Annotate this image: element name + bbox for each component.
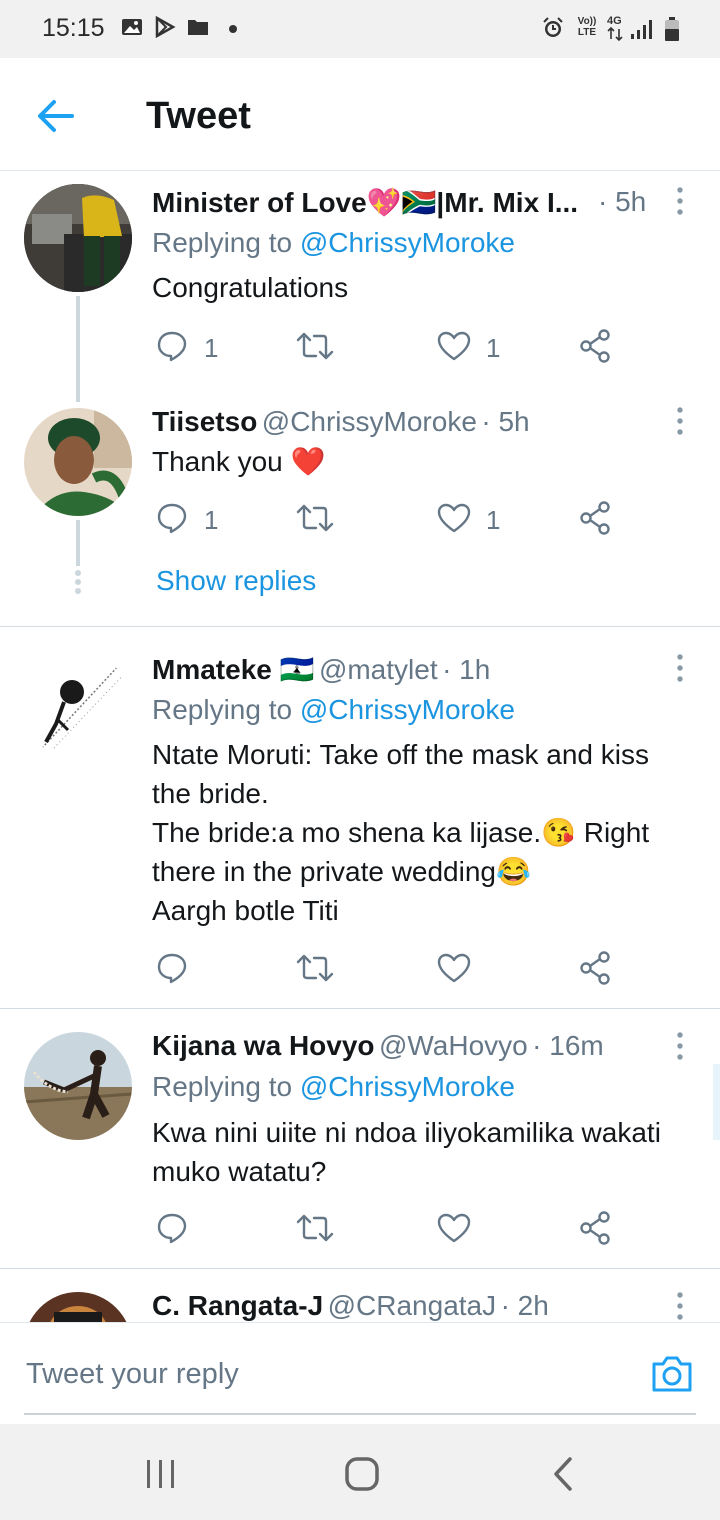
reply-icon[interactable] [156,952,188,984]
tweet-meta: Tiisetso @ChrissyMoroke · 5h [152,406,530,438]
retweet-icon[interactable] [296,953,334,983]
tweet-time: · 5h [481,406,530,437]
page-title: Tweet [146,95,251,137]
divider [0,1008,720,1009]
tweet-text-line: muko watatu? [152,1156,327,1187]
tweet-text: Kwa nini uiite ni ndoa iliyokamilika wak… [152,1113,707,1191]
author-name[interactable]: Kijana wa Hovyo [152,1030,375,1061]
recent-apps-icon[interactable] [144,1458,178,1490]
share-icon[interactable] [579,1211,611,1245]
reply-count: 1 [204,333,219,363]
battery-icon [665,17,679,41]
like-icon[interactable] [437,1213,471,1243]
more-options-icon[interactable] [675,1031,685,1061]
4g-icon: 4G [607,15,622,27]
replying-to: Replying to @ChrissyMoroke [152,227,515,259]
camera-icon[interactable] [650,1354,694,1394]
tweet-text: Thank you ❤️ [152,446,326,477]
folder-icon [188,20,208,35]
tweet-meta: C. Rangata-J @CRangataJ · 2h [152,1290,549,1322]
tweet-text-line: Kwa nini uiite ni ndoa iliyokamilika wak… [152,1117,661,1148]
thread-line [76,520,80,566]
reply-icon[interactable] [156,1212,188,1244]
app-header [0,58,720,171]
more-options-icon[interactable] [675,653,685,683]
divider [0,1268,720,1269]
author-name[interactable]: Mmateke 🇱🇸 [152,654,314,685]
author-name[interactable]: Minister of Love💖🇿🇦|Mr. Mix I... [152,186,592,219]
replying-to-handle[interactable]: @ChrissyMoroke [300,227,515,258]
replying-to-label: Replying to [152,227,293,258]
replying-to-handle[interactable]: @ChrissyMoroke [300,1071,515,1102]
tweet-text: Congratulations [152,272,349,303]
author-handle[interactable]: @CRangataJ [328,1290,497,1321]
share-icon[interactable] [579,501,611,535]
tweet-time: · 1h [442,654,491,685]
status-time: 15:15 [42,14,105,42]
like-icon[interactable] [437,331,471,361]
like-count: 1 [486,333,501,363]
retweet-icon[interactable] [296,1213,334,1243]
tweet-time: · 2h [500,1290,549,1321]
data-arrows-icon [607,27,623,41]
replying-to-label: Replying to [152,1071,293,1102]
share-icon[interactable] [579,951,611,985]
play-store-icon [155,16,176,38]
volte-icon: Vo)) LTE [577,16,597,38]
reply-input[interactable]: Tweet your reply [26,1358,239,1391]
back-nav-icon[interactable] [550,1456,576,1492]
more-options-icon[interactable] [675,406,685,436]
author-handle[interactable]: @ChrissyMoroke [262,406,477,437]
show-replies-link[interactable]: Show replies [156,565,316,597]
replying-to: Replying to @ChrissyMoroke [152,694,515,726]
divider [0,626,720,627]
retweet-icon[interactable] [296,503,334,533]
author-name[interactable]: C. Rangata-J [152,1290,323,1321]
thread-dots-icon [75,570,81,594]
back-arrow-icon[interactable] [34,96,78,136]
tweet-text: Ntate Moruti: Take off the mask and kiss… [152,735,702,930]
tweet-text-line: there in the private wedding😂 [152,856,531,887]
author-name[interactable]: Tiisetso [152,406,257,437]
avatar[interactable] [24,184,132,292]
thread-line [76,296,80,402]
replying-to: Replying to @ChrissyMoroke [152,1071,515,1103]
like-icon[interactable] [437,953,471,983]
reply-icon[interactable] [156,502,188,534]
reply-count: 1 [204,505,219,535]
like-count: 1 [486,505,501,535]
more-options-icon[interactable] [675,186,685,216]
avatar[interactable] [24,408,132,516]
author-handle[interactable]: @WaHovyo [379,1030,528,1061]
home-icon[interactable] [344,1456,380,1492]
dot-icon [229,25,237,33]
scrollbar[interactable] [713,1064,720,1140]
tweet-text-line: Aargh botle Titi [152,895,339,926]
image-icon [122,19,142,35]
signal-icon [631,20,652,39]
more-options-icon[interactable] [675,1291,685,1321]
tweet-time: · 16m [532,1030,604,1061]
avatar[interactable] [24,1032,132,1140]
tweet-text-line: The bride:a mo shena ka lijase.😘 Right [152,817,650,848]
reply-icon[interactable] [156,330,188,362]
author-handle[interactable]: @matylet [319,654,438,685]
alarm-icon [543,17,563,37]
tweet-meta: Mmateke 🇱🇸 @matylet · 1h [152,653,490,686]
avatar[interactable] [24,1292,132,1322]
tweet-text-line: Ntate Moruti: Take off the mask and kiss [152,739,649,770]
share-icon[interactable] [579,329,611,363]
replying-to-label: Replying to [152,694,293,725]
avatar[interactable] [24,652,132,760]
reply-input-underline [24,1413,696,1415]
retweet-icon[interactable] [296,331,334,361]
tweet-time: · 5h [598,186,647,217]
like-icon[interactable] [437,503,471,533]
replying-to-handle[interactable]: @ChrissyMoroke [300,694,515,725]
tweet-meta: Kijana wa Hovyo @WaHovyo · 16m [152,1030,604,1062]
tweet-text-line: the bride. [152,778,269,809]
